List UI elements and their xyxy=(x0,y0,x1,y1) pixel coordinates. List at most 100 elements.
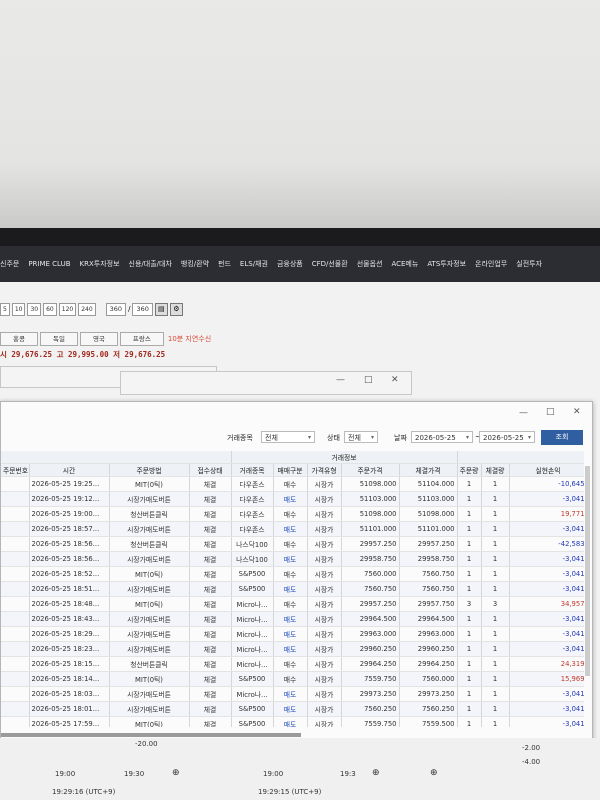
zoom-icon[interactable]: ⊕ xyxy=(172,768,180,778)
column-header[interactable]: 실현손익 xyxy=(509,463,584,477)
horizontal-scrollbar[interactable] xyxy=(1,733,301,737)
menu-item[interactable]: 실전투자 xyxy=(516,259,542,269)
date-to-input[interactable]: 2026-05-25 ▾ xyxy=(479,431,535,443)
close-icon[interactable]: ✕ xyxy=(573,407,581,417)
column-header[interactable]: 주문가격 xyxy=(341,463,400,477)
close-icon[interactable]: ✕ xyxy=(391,375,399,385)
menu-item[interactable]: CFD/선물환 xyxy=(312,259,348,269)
tab-hongkong[interactable]: 홍콩 xyxy=(0,332,38,346)
maximize-icon[interactable]: □ xyxy=(364,375,373,385)
status-cell: 체결 xyxy=(189,491,232,507)
table-row[interactable]: 2026-05-25 19:25... MIT(0틱) 체결 다우존스 매수 시장가 510… xyxy=(1,476,584,492)
time-cell: 2026-05-25 17:59... xyxy=(29,716,110,727)
query-button[interactable]: 조회 xyxy=(541,430,583,445)
menu-item[interactable]: 온라인업무 xyxy=(475,259,507,269)
table-row[interactable]: 2026-05-25 18:01... 시장가매도버튼 체결 S&P500 매도 시장가 7… xyxy=(1,701,584,717)
column-header[interactable]: 거래종목 xyxy=(231,463,274,477)
table-row[interactable]: 2026-05-25 19:12... 시장가매도버튼 체결 다우존스 매도 시장가 511… xyxy=(1,491,584,507)
order-qty-cell: 1 xyxy=(457,716,482,727)
table-row[interactable]: 2026-05-25 18:03... 시장가매도버튼 체결 Micro나... 매도 시… xyxy=(1,686,584,702)
menu-item[interactable]: 선물옵션 xyxy=(357,259,383,269)
menu-item[interactable]: 금융상품 xyxy=(277,259,303,269)
table-row[interactable]: 2026-05-25 18:52... MIT(0틱) 체결 S&P500 매수 시장가 7… xyxy=(1,566,584,582)
table-row[interactable]: 2026-05-25 17:59... MIT(0틱) 체결 S&P500 매도 시장가 7… xyxy=(1,716,584,727)
order-table: 거래정보 주문번호 시간 주문방법 접수상태 거래종목 매매구분 가격유형 주문가격 체결가격 주… xyxy=(1,451,584,727)
column-header[interactable]: 주문량 xyxy=(457,463,482,477)
order-method-cell: MIT(0틱) xyxy=(109,671,190,687)
order-qty-cell: 1 xyxy=(457,581,482,597)
menu-item[interactable]: 신주문 xyxy=(0,259,19,269)
settings-icon[interactable]: ⚙ xyxy=(169,302,183,316)
status-cell: 체결 xyxy=(189,506,232,522)
period-button[interactable]: 5 xyxy=(0,302,10,316)
item-filter-select[interactable]: 전체 ▾ xyxy=(261,431,315,443)
table-row[interactable]: 2026-05-25 18:14... MIT(0틱) 체결 S&P500 매수 시장가 7… xyxy=(1,671,584,687)
tab-uk[interactable]: 영국 xyxy=(79,332,118,346)
price-type-cell: 시장가 xyxy=(307,611,342,627)
table-row[interactable]: 2026-05-25 18:29... 시장가매도버튼 체결 Micro나... 매도 시… xyxy=(1,626,584,642)
status-cell: 체결 xyxy=(189,641,232,657)
zoom-icon[interactable]: ⊕ xyxy=(430,768,438,778)
menu-item[interactable]: 펀드 xyxy=(218,259,231,269)
side-cell: 매도 xyxy=(273,686,308,702)
item-cell: Micro나... xyxy=(231,626,274,642)
column-header[interactable]: 체결가격 xyxy=(399,463,458,477)
menu-item[interactable]: 신용/대출/대차 xyxy=(129,259,172,269)
menu-item[interactable]: 뱅킹/환약 xyxy=(181,259,209,269)
period-button[interactable]: 120 xyxy=(58,302,77,316)
table-row[interactable]: 2026-05-25 19:00... 청산버튼클릭 체결 다우존스 매수 시장가 5109… xyxy=(1,506,584,522)
menu-item[interactable]: PRIME CLUB xyxy=(28,260,70,268)
price-type-cell: 시장가 xyxy=(307,476,342,492)
table-row[interactable]: 2026-05-25 18:51... 시장가매도버튼 체결 S&P500 매도 시장가 7… xyxy=(1,581,584,597)
minimize-icon[interactable]: — xyxy=(336,375,345,385)
period-button[interactable]: 60 xyxy=(43,302,57,316)
status-filter-select[interactable]: 전체 ▾ xyxy=(344,431,378,443)
order-price-cell: 7560.250 xyxy=(341,701,400,717)
order-qty-cell: 1 xyxy=(457,521,482,537)
table-row[interactable]: 2026-05-25 18:23... 시장가매도버튼 체결 Micro나... 매도 시… xyxy=(1,641,584,657)
vertical-scrollbar[interactable] xyxy=(585,466,590,676)
table-row[interactable]: 2026-05-25 18:48... MIT(0틱) 체결 Micro나... 매수 시… xyxy=(1,596,584,612)
count-total: 360 xyxy=(132,302,153,316)
fill-qty-cell: 1 xyxy=(481,581,510,597)
table-row[interactable]: 2026-05-25 18:15... 청산버튼클릭 체결 Micro나... 매수 시장… xyxy=(1,656,584,672)
table-row[interactable]: 2026-05-25 18:56... 청산버튼클릭 체결 나스닥100 매수 시장가 29… xyxy=(1,536,584,552)
period-button[interactable]: 240 xyxy=(78,302,96,316)
price-type-cell: 시장가 xyxy=(307,671,342,687)
calendar-icon[interactable]: ▤ xyxy=(154,302,168,316)
column-header[interactable]: 주문방법 xyxy=(109,463,190,477)
column-header[interactable]: 매매구분 xyxy=(273,463,308,477)
period-button[interactable]: 10 xyxy=(11,302,26,316)
column-header[interactable]: 시간 xyxy=(29,463,110,477)
minimize-icon[interactable]: — xyxy=(519,408,528,418)
status-cell: 체결 xyxy=(189,581,232,597)
fill-qty-cell: 1 xyxy=(481,671,510,687)
column-header[interactable]: 가격유형 xyxy=(307,463,342,477)
item-cell: Micro나... xyxy=(231,596,274,612)
table-row[interactable]: 2026-05-25 18:57... 시장가매도버튼 체결 다우존스 매도 시장가 511… xyxy=(1,521,584,537)
side-cell: 매수 xyxy=(273,506,308,522)
order-method-cell: 시장가매도버튼 xyxy=(109,491,190,507)
fill-qty-cell: 1 xyxy=(481,641,510,657)
menu-item[interactable]: ATS투자정보 xyxy=(427,259,466,269)
tab-france[interactable]: 프랑스 xyxy=(119,332,164,346)
period-button[interactable]: 30 xyxy=(27,302,42,316)
fill-qty-cell: 1 xyxy=(481,566,510,582)
table-header: 주문번호 시간 주문방법 접수상태 거래종목 매매구분 가격유형 주문가격 체결가격 주문량 체결량… xyxy=(1,463,584,477)
tab-germany[interactable]: 독일 xyxy=(39,332,78,346)
count-select[interactable]: 360 xyxy=(105,302,127,316)
column-header[interactable]: 접수상태 xyxy=(189,463,232,477)
menu-item[interactable]: KRX투자정보 xyxy=(80,259,120,269)
item-cell: S&P500 xyxy=(231,716,274,727)
table-row[interactable]: 2026-05-25 18:56... 시장가매도버튼 체결 나스닥100 매도 시장가 2… xyxy=(1,551,584,567)
table-row[interactable]: 2026-05-25 18:43... 시장가매도버튼 체결 Micro나... 매도 시… xyxy=(1,611,584,627)
zoom-icon[interactable]: ⊕ xyxy=(372,768,380,778)
order-qty-cell: 1 xyxy=(457,611,482,627)
menu-item[interactable]: ELS/채권 xyxy=(240,259,268,269)
fill-qty-cell: 1 xyxy=(481,521,510,537)
date-from-input[interactable]: 2026-05-25 ▾ xyxy=(411,431,473,443)
menu-item[interactable]: ACE메뉴 xyxy=(391,259,418,269)
column-header[interactable]: 체결량 xyxy=(481,463,510,477)
maximize-icon[interactable]: □ xyxy=(546,407,555,417)
column-header[interactable]: 주문번호 xyxy=(1,463,30,477)
